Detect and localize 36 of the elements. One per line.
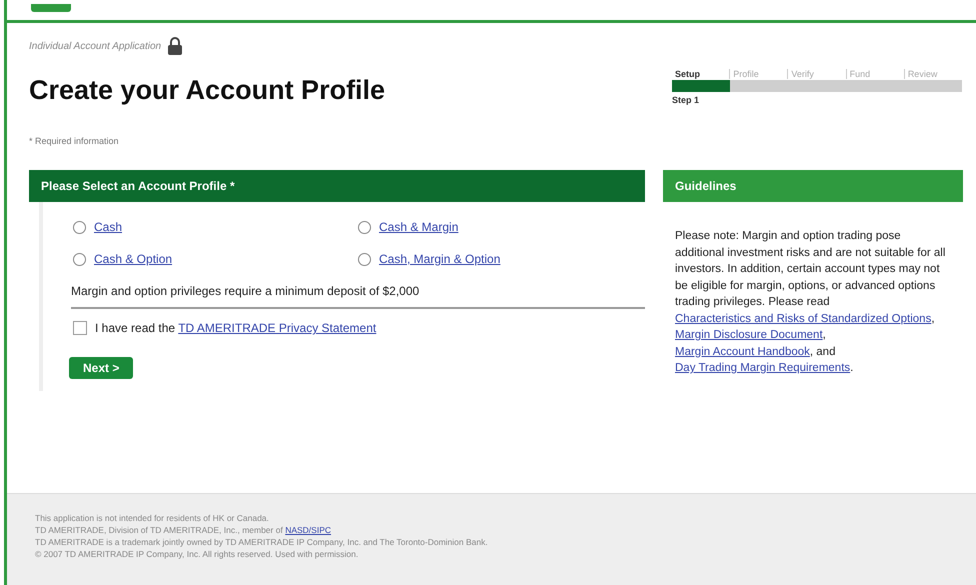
- page-title: Create your Account Profile: [29, 75, 386, 106]
- option-link[interactable]: Cash, Margin & Option: [379, 252, 500, 266]
- footer-line: © 2007 TD AMERITRADE IP Company, Inc. All rights reserved. Used with permission.: [35, 548, 360, 560]
- radio-button[interactable]: [73, 252, 86, 266]
- next-button[interactable]: Next >: [69, 357, 134, 379]
- document-link[interactable]: Margin Disclosure Document: [675, 329, 823, 341]
- required-note: * Required information: [29, 136, 120, 146]
- deposit-note: Margin and option privileges require a minimum deposit of $2,000: [71, 284, 645, 309]
- guidelines-text: Please note: Margin and option trading pose additional investment risks and are not suitable for all investors. In addition, certain account types may not be eligible for margin, options, or advanced options trading privileges. Please read Characteristics and Risks of Standardized Options, Margin Disclosure Document, Margin Account Handbook, and Day Trading Margin Requirements.: [674, 229, 946, 376]
- step-label: Verify: [787, 69, 846, 79]
- footer-line: TD AMERITRADE is a trademark jointly owned by TD AMERITRADE IP Company, Inc. and The Toronto-Dominion Bank.: [35, 536, 489, 548]
- radio-button[interactable]: [73, 220, 86, 234]
- privacy-link[interactable]: TD AMERITRADE Privacy Statement: [178, 321, 376, 335]
- step-label: Setup: [674, 69, 702, 79]
- agreement-text: I have read the TD AMERITRADE Privacy Statement: [95, 321, 376, 335]
- footer-line: This application is not intended for residents of HK or Canada.: [35, 512, 270, 524]
- option-link[interactable]: Cash & Margin: [379, 220, 458, 234]
- step-label: Fund: [846, 69, 904, 79]
- footer-link[interactable]: NASD/SIPC: [285, 525, 332, 535]
- breadcrumb: Individual Account Application: [29, 40, 162, 52]
- guidelines-header: Guidelines: [663, 170, 963, 202]
- logo: [31, 4, 71, 12]
- step-caption: Step 1: [672, 95, 700, 105]
- document-link[interactable]: Characteristics and Risks of Standardized Options: [675, 312, 932, 324]
- document-link[interactable]: Day Trading Margin Requirements: [675, 362, 850, 374]
- checkbox[interactable]: [73, 321, 87, 335]
- option-link[interactable]: Cash: [94, 220, 122, 234]
- lock-icon: [167, 37, 184, 55]
- step-label: Review: [904, 69, 962, 79]
- document-link[interactable]: Margin Account Handbook: [675, 346, 810, 358]
- section-header: Please Select an Account Profile *: [29, 170, 645, 202]
- radio-button[interactable]: [358, 220, 371, 234]
- radio-button[interactable]: [358, 252, 371, 266]
- footer-line: TD AMERITRADE, Division of TD AMERITRADE, Inc., member of NASD/SIPC: [35, 524, 332, 536]
- step-label: Profile: [729, 69, 788, 79]
- option-link[interactable]: Cash & Option: [94, 252, 172, 266]
